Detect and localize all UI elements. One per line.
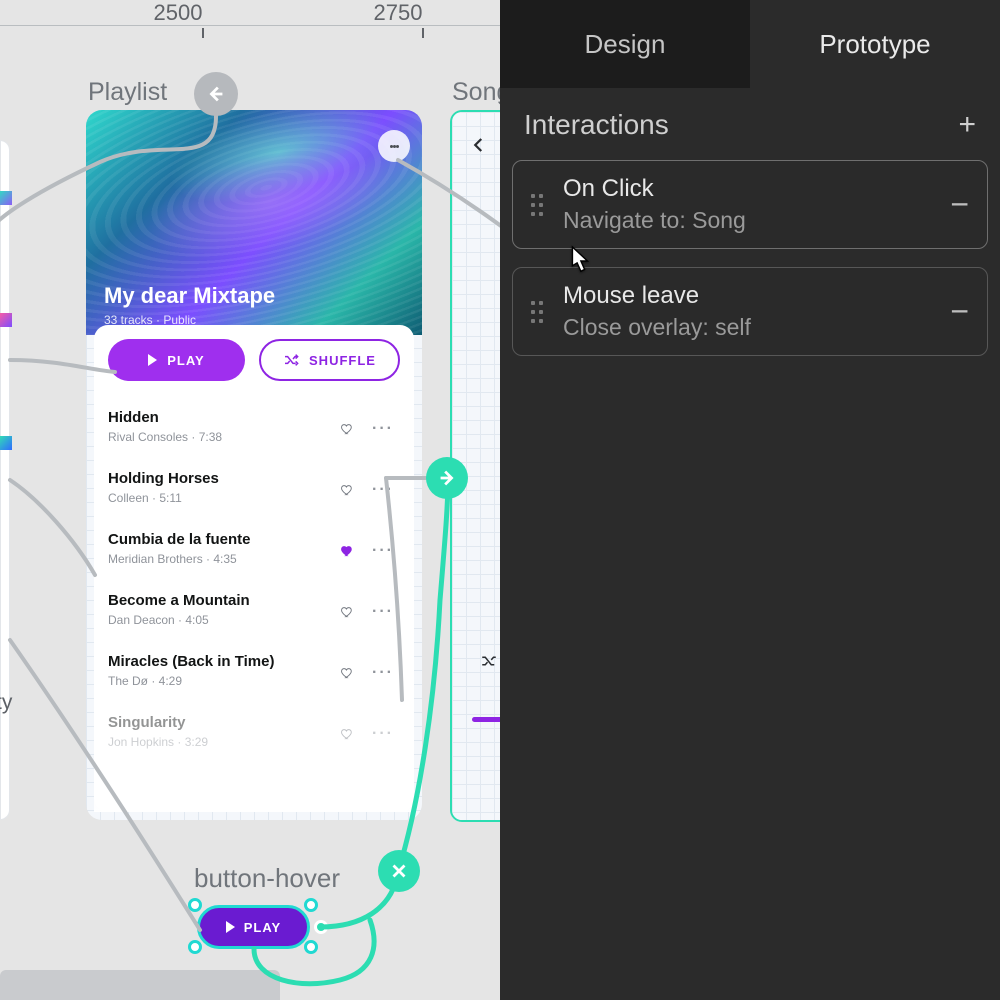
design-canvas[interactable]: 2500 2750 ty Playlist Song My dear Mixta… (0, 0, 500, 1000)
frame-fragment-left[interactable]: ty (0, 140, 10, 820)
tab-prototype[interactable]: Prototype (750, 0, 1000, 88)
interactions-header: Interactions + (500, 88, 1000, 160)
tab-design[interactable]: Design (500, 0, 750, 88)
interaction-action: Close overlay: self (563, 314, 930, 341)
track-subtitle: The Dø · 4:29 (108, 674, 340, 688)
remove-interaction-button[interactable]: − (950, 293, 969, 330)
track-title: Become a Mountain (108, 592, 340, 609)
interactions-title: Interactions (524, 109, 669, 141)
play-icon (226, 921, 235, 933)
play-icon (148, 354, 157, 366)
actions-card: PLAY SHUFFLE Hidden Rival Consoles · 7:38… (94, 325, 414, 812)
shuffle-button-label: SHUFFLE (309, 353, 376, 368)
ruler-tick: 2750 (374, 0, 423, 26)
play-button-hover-variant[interactable]: PLAY (197, 905, 310, 949)
track-subtitle: Rival Consoles · 7:38 (108, 430, 340, 444)
fragment-label: ty (0, 691, 12, 715)
interaction-trigger: On Click (563, 175, 930, 203)
shuffle-icon (283, 352, 299, 368)
track-list: HiddenRival Consoles · 7:38···Holding Ho… (108, 399, 400, 765)
heart-icon[interactable] (340, 483, 354, 497)
more-icon[interactable] (378, 130, 410, 162)
play-button[interactable]: PLAY (108, 339, 245, 381)
heart-icon[interactable] (340, 422, 354, 436)
track-subtitle: Meridian Brothers · 4:35 (108, 552, 340, 566)
heart-icon[interactable] (340, 605, 354, 619)
frame-label-button-hover[interactable]: button-hover (194, 863, 340, 894)
connector-handle[interactable] (314, 920, 328, 934)
horizontal-ruler: 2500 2750 (0, 0, 500, 26)
track-title: Miracles (Back in Time) (108, 653, 340, 670)
track-subtitle: Dan Deacon · 4:05 (108, 613, 340, 627)
playlist-cover[interactable]: My dear Mixtape 33 tracks · Public (86, 110, 422, 335)
frame-label-song[interactable]: Song (452, 78, 500, 107)
more-icon[interactable]: ··· (372, 542, 394, 560)
shuffle-button[interactable]: SHUFFLE (259, 339, 400, 381)
back-icon[interactable] (470, 134, 488, 160)
interaction-card[interactable]: On Click Navigate to: Song − (512, 160, 988, 249)
selection-handle[interactable] (188, 940, 202, 954)
more-icon[interactable]: ··· (372, 420, 394, 438)
nav-back-badge (194, 72, 238, 116)
interaction-action: Navigate to: Song (563, 207, 930, 234)
shuffle-icon[interactable] (480, 652, 498, 675)
heart-icon[interactable] (340, 544, 354, 558)
frame-fragment-bottom (0, 970, 280, 1000)
selection-handle[interactable] (188, 898, 202, 912)
nav-forward-badge (426, 457, 468, 499)
selection-handle[interactable] (304, 940, 318, 954)
track-subtitle: Colleen · 5:11 (108, 491, 340, 505)
add-interaction-button[interactable]: + (958, 108, 976, 142)
drag-handle-icon[interactable] (531, 301, 543, 323)
track-row[interactable]: Holding Horses Colleen · 5:11 ··· (108, 460, 400, 521)
remove-interaction-button[interactable]: − (950, 186, 969, 223)
track-title: Singularity (108, 714, 340, 731)
frame-label-playlist[interactable]: Playlist (88, 78, 167, 107)
playlist-title: My dear Mixtape (104, 283, 275, 309)
more-icon[interactable]: ··· (372, 725, 394, 743)
play-button-label: PLAY (167, 353, 204, 368)
fade-overlay (94, 742, 414, 812)
more-icon[interactable]: ··· (372, 603, 394, 621)
track-title: Holding Horses (108, 470, 340, 487)
close-overlay-badge (378, 850, 420, 892)
track-row[interactable]: Miracles (Back in Time) The Dø · 4:29 ··· (108, 643, 400, 704)
panel-tabs: Design Prototype (500, 0, 1000, 88)
playlist-subtitle: 33 tracks · Public (104, 313, 196, 327)
inspector-panel: Design Prototype Interactions + On Click… (500, 0, 1000, 1000)
track-title: Hidden (108, 409, 340, 426)
heart-icon[interactable] (340, 727, 354, 741)
play-button-hover-label: PLAY (244, 920, 281, 935)
track-title: Cumbia de la fuente (108, 531, 340, 548)
more-icon[interactable]: ··· (372, 664, 394, 682)
track-row[interactable]: Cumbia de la fuente Meridian Brothers · 4… (108, 521, 400, 582)
selection-handle[interactable] (304, 898, 318, 912)
interaction-trigger: Mouse leave (563, 282, 930, 310)
track-row[interactable]: Hidden Rival Consoles · 7:38 ··· (108, 399, 400, 460)
progress-bar[interactable] (472, 717, 500, 722)
heart-icon[interactable] (340, 666, 354, 680)
ruler-tick: 2500 (154, 0, 203, 26)
drag-handle-icon[interactable] (531, 194, 543, 216)
playlist-frame[interactable]: My dear Mixtape 33 tracks · Public PLAY … (86, 110, 422, 820)
more-icon[interactable]: ··· (372, 481, 394, 499)
interaction-card[interactable]: Mouse leave Close overlay: self − (512, 267, 988, 356)
track-row[interactable]: Become a Mountain Dan Deacon · 4:05 ··· (108, 582, 400, 643)
